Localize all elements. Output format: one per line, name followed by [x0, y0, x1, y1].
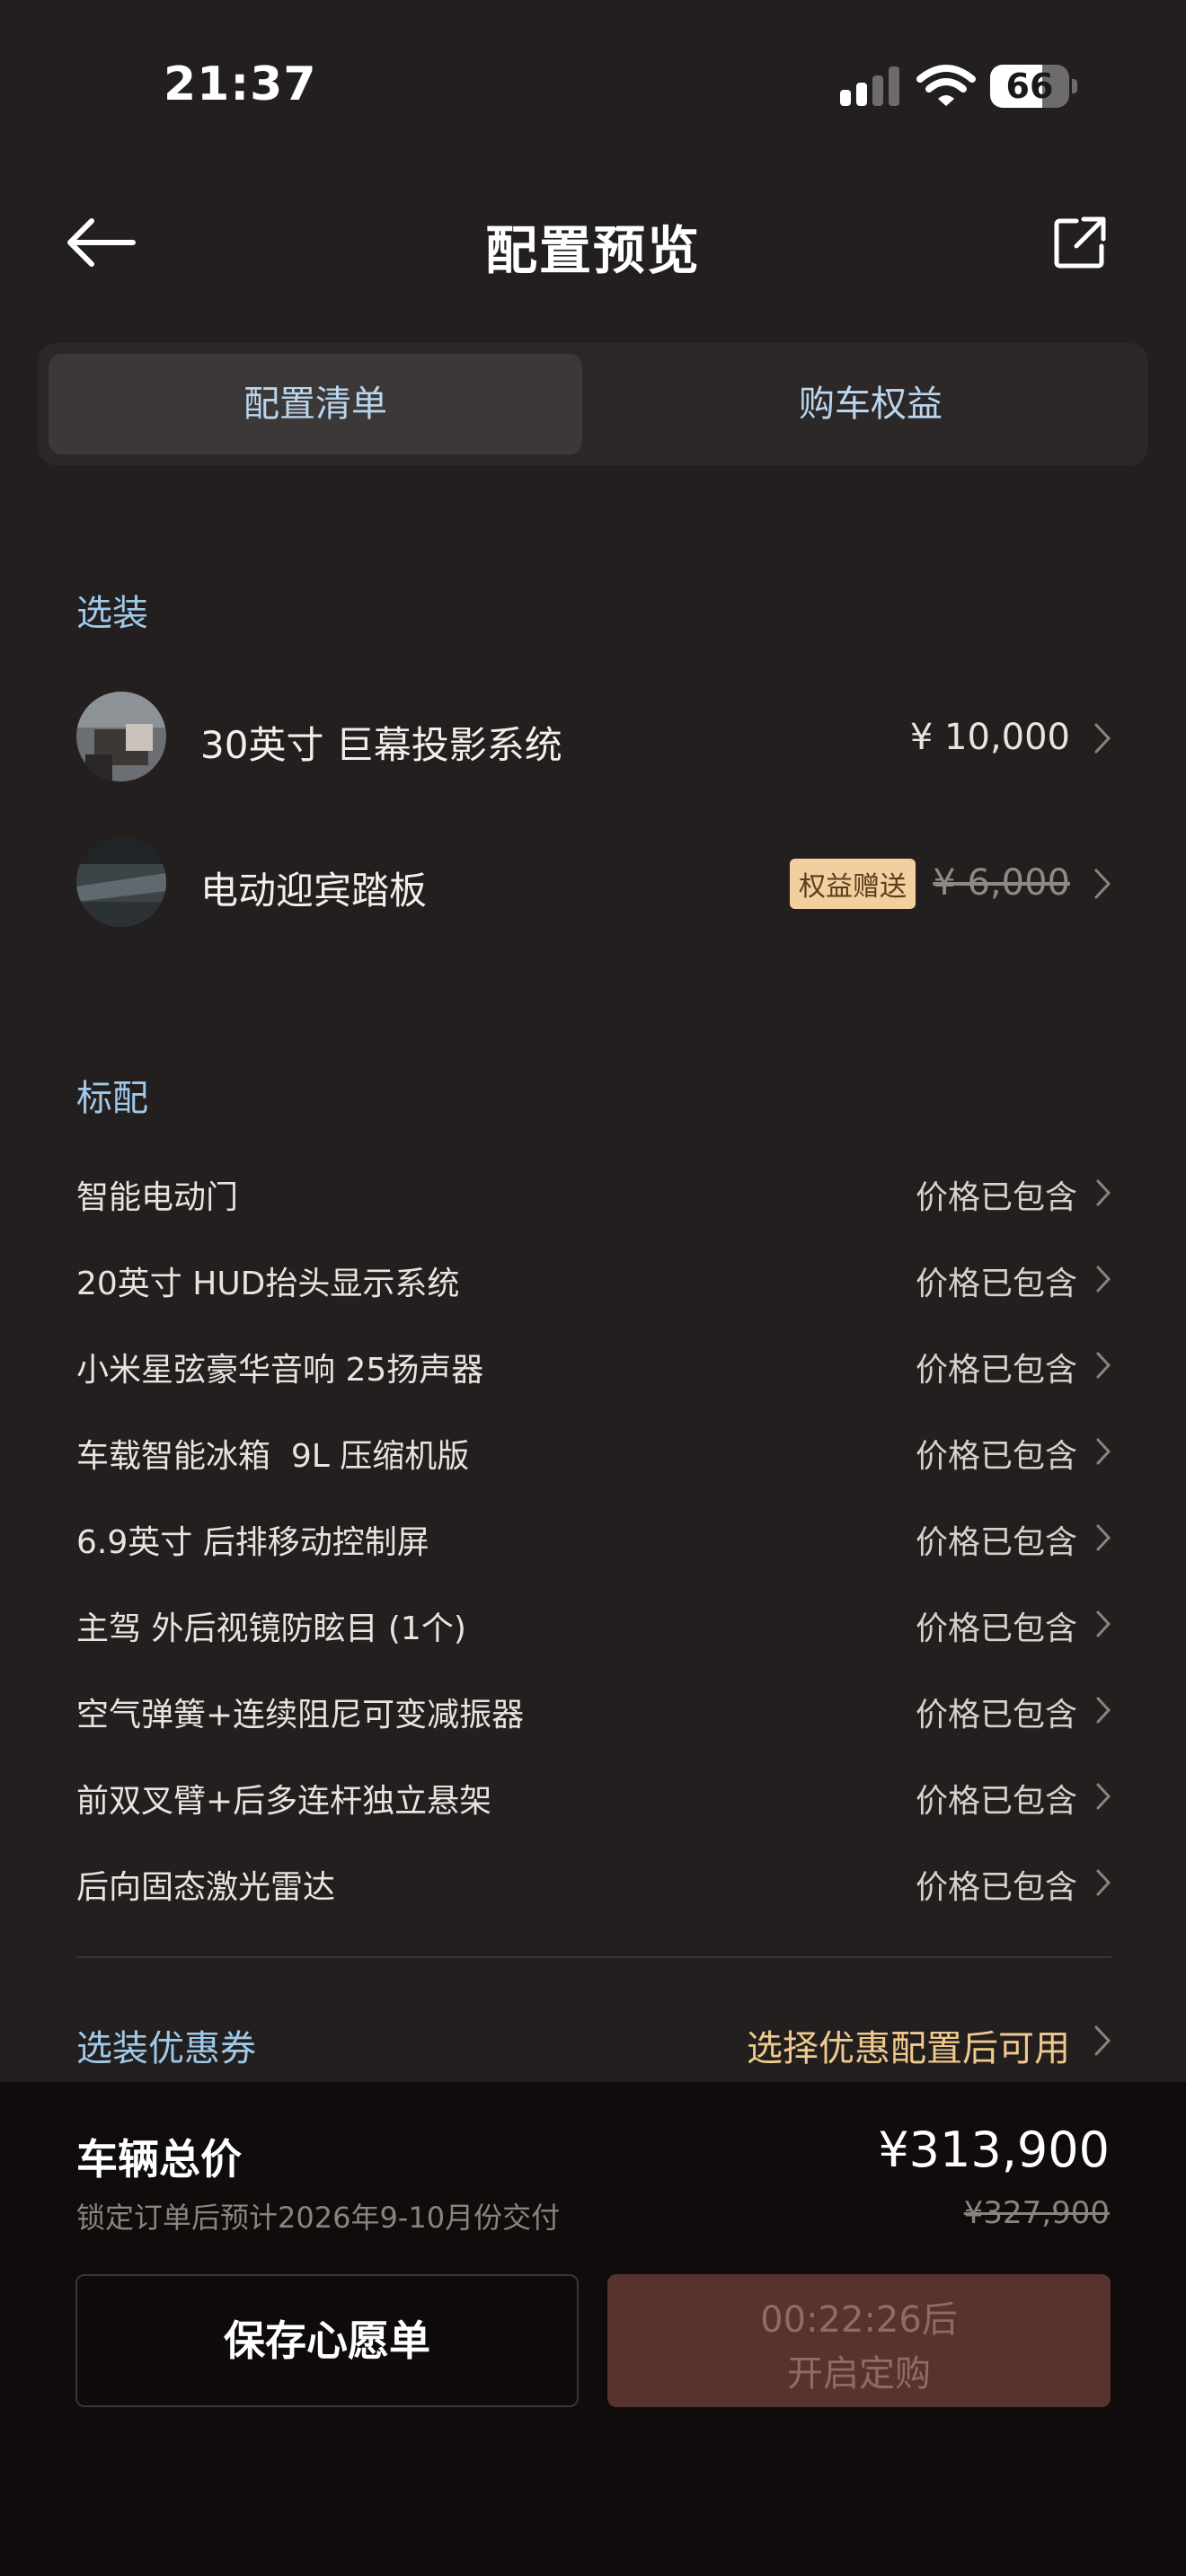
tab-purchase-benefits[interactable]: 购车权益	[604, 354, 1137, 454]
chevron-right-icon	[1096, 1352, 1111, 1379]
standard-item[interactable]: 后向固态激光雷达 价格已包含	[76, 1841, 1111, 1928]
status-bar: 21:37 66	[0, 0, 1186, 171]
save-wishlist-button[interactable]: 保存心愿单	[75, 2274, 579, 2407]
gift-badge: 权益赠送	[790, 859, 916, 909]
chevron-right-icon	[1096, 1610, 1111, 1637]
options-section-title: 选装	[76, 593, 148, 634]
standard-item-status: 价格已包含	[915, 1524, 1077, 1561]
option-price: ¥ 6,000	[933, 862, 1070, 904]
standard-item[interactable]: 主驾 外后视镜防眩目 (1个) 价格已包含	[76, 1583, 1111, 1669]
total-price-label: 车辆总价	[76, 2135, 242, 2183]
standard-item-status: 价格已包含	[915, 1179, 1077, 1216]
standard-item-name: 小米星弦豪华音响 25扬声器	[76, 1352, 484, 1389]
standard-item-status: 价格已包含	[915, 1266, 1077, 1302]
option-price: ¥ 10,000	[909, 717, 1070, 758]
standard-item[interactable]: 空气弹簧+连续阻尼可变减振器 价格已包含	[76, 1669, 1111, 1755]
standard-item[interactable]: 车载智能冰箱 9L 压缩机版 价格已包含	[76, 1410, 1111, 1496]
chevron-right-icon	[1096, 1179, 1111, 1206]
start-order-button[interactable]: 00:22:26后 开启定购	[607, 2274, 1111, 2407]
chevron-right-icon	[1096, 1697, 1111, 1724]
coupon-status: 选择优惠配置后可用	[747, 2028, 1070, 2069]
option-coupon-row[interactable]: 选装优惠券 选择优惠配置后可用	[76, 2012, 1111, 2077]
option-item-projection[interactable]: 30英寸 巨幕投影系统 ¥ 10,000	[76, 692, 1111, 785]
battery-level: 66	[1005, 66, 1054, 106]
chevron-right-icon	[1096, 1266, 1111, 1292]
standard-item-name: 车载智能冰箱 9L 压缩机版	[76, 1438, 470, 1475]
standard-item-status: 价格已包含	[915, 1869, 1077, 1906]
share-icon[interactable]	[1051, 214, 1109, 271]
chevron-right-icon	[1096, 1869, 1111, 1896]
order-button-label: 开启定购	[787, 2353, 931, 2395]
cellular-signal-icon	[840, 66, 901, 106]
chevron-right-icon	[1094, 2025, 1111, 2056]
tab-config-list[interactable]: 配置清单	[49, 354, 582, 454]
option-thumbnail	[76, 837, 166, 927]
standard-item-status: 价格已包含	[915, 1697, 1077, 1734]
standard-section-title: 标配	[76, 1078, 148, 1119]
standard-item-name: 智能电动门	[76, 1179, 239, 1216]
standard-item-name: 前双叉臂+后多连杆独立悬架	[76, 1783, 492, 1820]
option-name: 30英寸 巨幕投影系统	[200, 723, 562, 767]
chevron-right-icon	[1096, 1438, 1111, 1465]
chevron-right-icon	[1096, 1524, 1111, 1551]
delivery-estimate: 锁定订单后预计2026年9-10月份交付	[76, 2201, 561, 2235]
standard-item[interactable]: 智能电动门 价格已包含	[76, 1151, 1111, 1238]
standard-item-name: 后向固态激光雷达	[76, 1869, 336, 1906]
standard-item-status: 价格已包含	[915, 1352, 1077, 1389]
status-time: 21:37	[164, 57, 317, 111]
chevron-right-icon	[1094, 723, 1111, 754]
standard-item[interactable]: 前双叉臂+后多连杆独立悬架 价格已包含	[76, 1755, 1111, 1841]
standard-item-name: 20英寸 HUD抬头显示系统	[76, 1266, 460, 1302]
tab-bar: 配置清单 购车权益	[38, 343, 1148, 465]
original-price: ¥327,900	[963, 2195, 1110, 2231]
option-name: 电动迎宾踏板	[200, 869, 428, 913]
standard-item-status: 价格已包含	[915, 1438, 1077, 1475]
standard-item-name: 6.9英寸 后排移动控制屏	[76, 1524, 429, 1561]
coupon-label: 选装优惠券	[76, 2028, 256, 2069]
page-title: 配置预览	[484, 220, 701, 281]
standard-item[interactable]: 20英寸 HUD抬头显示系统 价格已包含	[76, 1238, 1111, 1324]
wifi-icon	[916, 65, 976, 106]
checkout-bar: 车辆总价 ¥313,900 锁定订单后预计2026年9-10月份交付 ¥327,…	[0, 2082, 1186, 2576]
order-countdown: 00:22:26后	[760, 2299, 958, 2341]
option-thumbnail	[76, 692, 166, 781]
chevron-right-icon	[1096, 1783, 1111, 1810]
chevron-right-icon	[1094, 869, 1111, 899]
standard-item[interactable]: 6.9英寸 后排移动控制屏 价格已包含	[76, 1496, 1111, 1583]
page-header: 配置预览	[0, 189, 1186, 296]
option-item-running-board[interactable]: 电动迎宾踏板 权益赠送 ¥ 6,000	[76, 837, 1111, 931]
total-price: ¥313,900	[878, 2122, 1110, 2178]
standard-item[interactable]: 小米星弦豪华音响 25扬声器 价格已包含	[76, 1324, 1111, 1410]
standard-item-status: 价格已包含	[915, 1610, 1077, 1647]
standard-item-name: 空气弹簧+连续阻尼可变减振器	[76, 1697, 525, 1734]
standard-item-name: 主驾 外后视镜防眩目 (1个)	[76, 1610, 466, 1647]
standard-item-status: 价格已包含	[915, 1783, 1077, 1820]
divider	[76, 1956, 1111, 1958]
battery-icon: 66	[990, 65, 1077, 108]
